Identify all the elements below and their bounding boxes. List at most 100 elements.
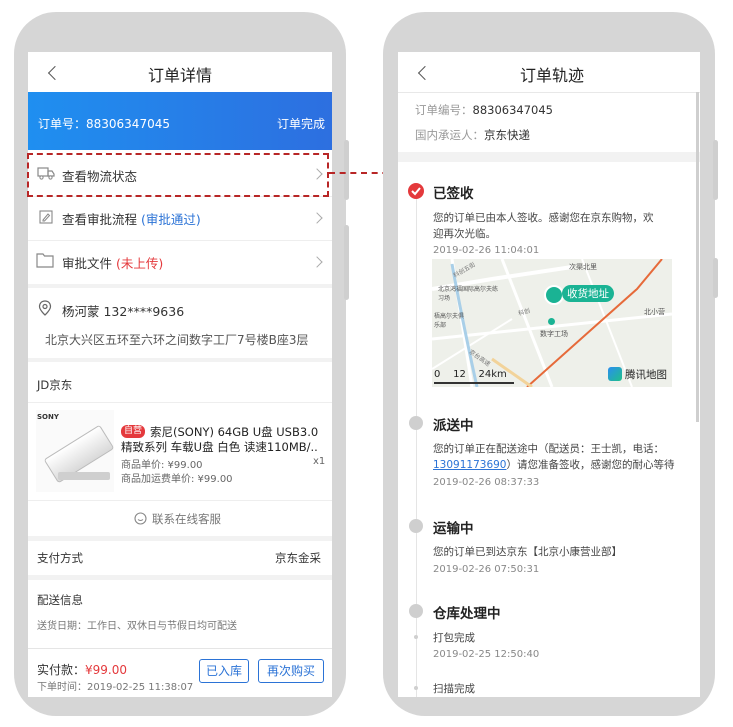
event-title-warehouse: 仓库处理中: [433, 606, 501, 622]
order-status: 订单完成: [277, 117, 326, 131]
map-brand: 腾讯地图: [625, 369, 667, 381]
delivery-title: 配送信息: [37, 593, 83, 607]
map-label: 北京鸿福国际高尔夫练习场: [438, 286, 499, 302]
delivery-date: 送货日期：工作日、双休日与节假日均可配送: [37, 621, 237, 632]
receiver-name-phone: 杨河蒙 132****9636: [62, 304, 185, 319]
rebuy-button[interactable]: 再次购买: [258, 659, 324, 683]
payment-value: 京东金采: [275, 551, 321, 565]
event-time-signed: 2019-02-26 11:04:01: [433, 245, 540, 256]
order-number-value: 88306347045: [472, 103, 553, 117]
event-sub-packed-time: 2019-02-25 12:50:40: [433, 649, 540, 660]
left-screen: 订单详情 订单号：88306347045 订单完成 查看物流状态 查看审批流程 …: [28, 52, 332, 697]
map-scale-bar: [434, 382, 514, 384]
files-row[interactable]: 审批文件 (未上传): [62, 253, 163, 272]
page-title: 订单轨迹: [520, 66, 585, 85]
divider: [398, 92, 700, 93]
map-label: 北小营: [644, 308, 665, 316]
map-pin-icon: [544, 285, 564, 305]
event-time-delivering: 2019-02-26 08:37:33: [433, 477, 540, 488]
approval-row[interactable]: 查看审批流程 (审批通过): [62, 209, 201, 228]
page-title: 订单详情: [148, 66, 213, 85]
event-desc-signed-2: 迎再次光临。: [433, 228, 496, 240]
event-desc-transit: 您的订单已到达京东【北京小康营业部】: [433, 546, 622, 558]
sub-step-dot: [414, 686, 418, 690]
courier-phone-link[interactable]: 13091173690: [433, 459, 507, 471]
section-gap: [28, 358, 332, 362]
map-location-dot: [548, 318, 555, 325]
right-phone-side-button-2: [713, 258, 718, 298]
files-status: (未上传): [116, 256, 164, 271]
paid-amount: 实付款：¥99.00: [37, 661, 127, 678]
stored-button[interactable]: 已入库: [199, 659, 249, 683]
folder-icon: [36, 253, 54, 268]
product-title-line1: 索尼(SONY) 64GB U盘 USB3.0: [150, 425, 319, 439]
back-icon[interactable]: [47, 65, 63, 81]
sub-step-dot: [414, 635, 418, 639]
event-title-transit: 运输中: [433, 521, 474, 537]
carrier-label: 国内承运人：: [415, 128, 484, 142]
carrier-row: 国内承运人：京东快递: [415, 127, 530, 143]
event-desc-delivering-2: 13091173690）请您准备签收，感谢您的耐心等待: [433, 457, 675, 472]
event-sub-scanned: 扫描完成: [433, 683, 475, 695]
shop-name: JD京东: [37, 378, 73, 392]
order-number-label: 订单编号：: [415, 103, 473, 117]
map-label: 数字工场: [540, 330, 568, 338]
event-title-signed: 已签收: [433, 186, 474, 202]
delivery-map[interactable]: 次渠北里 北京鸿福国际高尔夫练习场 梧高尔夫俱乐部 数字工场 北小营 科创五街 …: [432, 259, 672, 387]
product-title-line2: 精致系列 车载U盘 白色 读速110MB/...: [121, 440, 317, 454]
map-scale-text: 0 12 24km: [434, 369, 507, 380]
carrier-value: 京东快递: [484, 128, 530, 142]
product-extra-price: 商品加运费单价: ¥99.00: [121, 474, 233, 485]
section-gap: [28, 284, 332, 288]
section-gap: [398, 152, 700, 162]
location-icon: [38, 300, 52, 316]
warehouse-icon: [409, 604, 423, 618]
paid-value: ¥99.00: [85, 663, 128, 677]
self-operated-tag: 自营: [121, 425, 146, 438]
usb-cap-shape: [58, 472, 110, 480]
event-title-delivering: 派送中: [433, 418, 474, 434]
chevron-right-icon: [311, 212, 323, 224]
product-brand-text: SONY: [37, 413, 59, 421]
contact-service-label: 联系在线客服: [152, 512, 221, 526]
signed-check-icon: [408, 183, 424, 199]
edit-icon: [39, 210, 53, 224]
divider: [28, 500, 332, 501]
files-label: 审批文件: [62, 256, 113, 271]
left-phone-side-button: [344, 140, 349, 200]
section-gap: [28, 536, 332, 541]
approval-label: 查看审批流程: [62, 212, 138, 227]
paid-label: 实付款：: [37, 663, 86, 677]
map-pin-label: 收货地址: [562, 285, 614, 302]
event-sub-packed: 打包完成: [433, 632, 475, 644]
scrollbar[interactable]: [696, 92, 699, 422]
back-icon[interactable]: [417, 65, 433, 81]
right-phone-side-button: [713, 140, 718, 200]
delivering-person-icon: [409, 416, 423, 430]
product-quantity: x1: [313, 456, 326, 467]
map-label: 梧高尔夫俱乐部: [434, 313, 465, 329]
product-unit-price: 商品单价: ¥99.00: [121, 460, 203, 471]
chat-icon: [134, 512, 147, 525]
chevron-right-icon: [311, 256, 323, 268]
divider: [28, 402, 332, 403]
highlight-logistics-box: [27, 153, 329, 197]
order-time: 下单时间：2019-02-25 11:38:07: [37, 682, 194, 693]
event-desc-delivering-2-text: ）请您准备签收，感谢您的耐心等待: [506, 459, 675, 471]
map-label: 次渠北里: [569, 263, 597, 271]
order-number-row: 订单编号：88306347045: [415, 102, 553, 118]
contact-service-button[interactable]: 联系在线客服: [128, 510, 238, 528]
product-image: SONY: [36, 410, 115, 492]
payment-label: 支付方式: [37, 551, 83, 565]
order-number: 订单号：88306347045: [38, 117, 170, 131]
receiver-address: 北京大兴区五环至六环之间数字工厂7号楼B座3层: [45, 333, 309, 347]
event-desc-signed-1: 您的订单已由本人签收。感谢您在京东购物，欢: [433, 212, 654, 224]
event-time-transit: 2019-02-26 07:50:31: [433, 564, 540, 575]
section-gap: [28, 575, 332, 580]
right-screen: 订单轨迹 订单编号：88306347045 国内承运人：京东快递 已签收 您的订…: [398, 52, 700, 697]
approval-status: (审批通过): [141, 212, 201, 227]
transit-truck-icon: [409, 519, 423, 533]
timeline-line: [416, 192, 417, 697]
left-phone-side-button-2: [344, 225, 349, 300]
tencent-map-logo-icon: [608, 367, 622, 381]
